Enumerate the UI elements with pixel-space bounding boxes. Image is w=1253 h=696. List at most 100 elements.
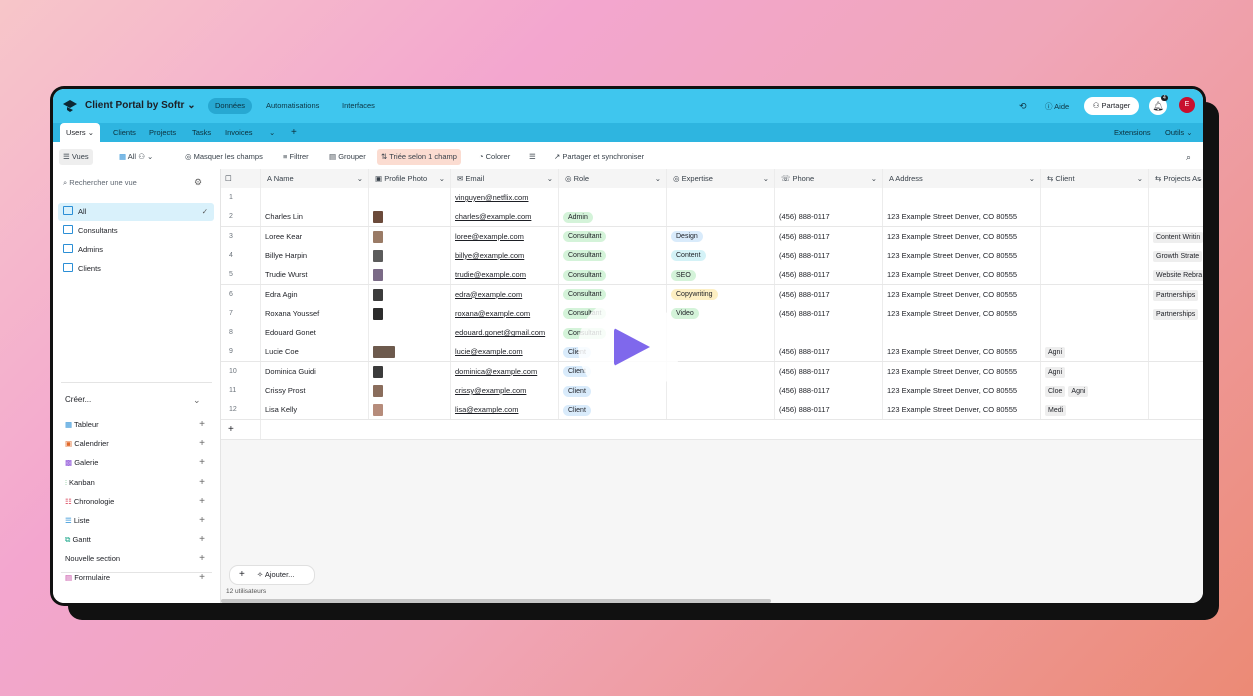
expertise-cell[interactable] [667, 207, 775, 227]
table-row[interactable]: 4 Billye Harpin billye@example.com Consulta… [221, 245, 1203, 266]
create-item-tableur[interactable]: ▦ Tableur + [65, 419, 205, 430]
email-link[interactable]: edouard.gonet@gmail.com [455, 328, 545, 337]
expertise-cell[interactable] [667, 323, 775, 343]
phone-cell[interactable]: (456) 888-0117 [775, 265, 883, 285]
phone-cell[interactable]: (456) 888-0117 [775, 284, 883, 304]
email-link[interactable]: crissy@example.com [455, 386, 526, 395]
phone-cell[interactable]: (456) 888-0117 [775, 303, 883, 323]
history-icon[interactable]: ⟲ [1019, 101, 1027, 112]
name-cell[interactable]: Lisa Kelly [261, 400, 369, 420]
email-link[interactable]: loree@example.com [455, 232, 524, 241]
email-cell[interactable]: edra@example.com [451, 284, 559, 304]
address-cell[interactable] [883, 188, 1041, 207]
name-cell[interactable]: Edra Agin [261, 284, 369, 304]
photo-cell[interactable] [369, 188, 451, 207]
address-cell[interactable]: 123 Example Street Denver, CO 80555 [883, 226, 1041, 246]
projects-cell[interactable] [1149, 207, 1203, 226]
photo-cell[interactable] [369, 303, 451, 323]
phone-cell[interactable]: (456) 888-0117 [775, 245, 883, 265]
email-link[interactable]: lisa@example.com [455, 405, 518, 414]
address-cell[interactable]: 123 Example Street Denver, CO 80555 [883, 361, 1041, 381]
phone-cell[interactable]: (456) 888-0117 [775, 400, 883, 420]
search-icon[interactable]: ⌕ [1182, 149, 1195, 165]
name-cell[interactable]: Loree Kear [261, 226, 369, 246]
name-cell[interactable]: Edouard Gonet [261, 323, 369, 343]
new-section-button[interactable]: Nouvelle section + [65, 553, 205, 564]
email-cell[interactable]: loree@example.com [451, 226, 559, 246]
client-cell[interactable] [1041, 284, 1149, 304]
name-cell[interactable]: Dominica Guidi [261, 361, 369, 381]
projects-cell[interactable]: Partnerships [1149, 304, 1203, 323]
photo-cell[interactable] [369, 323, 451, 343]
tab-projects[interactable]: Projects [143, 123, 182, 142]
tab-invoices[interactable]: Invoices [219, 123, 259, 142]
expertise-cell[interactable]: Copywriting [667, 284, 775, 304]
phone-cell[interactable]: (456) 888-0117 [775, 207, 883, 227]
create-section-header[interactable]: Créer... ⌄ [65, 395, 201, 405]
color-button[interactable]: ◔ Colorer [475, 149, 514, 165]
gear-icon[interactable]: ⚙ [194, 177, 202, 188]
table-row[interactable]: 8Edouard Gonetedouard.gonet@gmail.comCon… [221, 323, 1203, 344]
nav-automatisations[interactable]: Automatisations [259, 98, 326, 114]
email-cell[interactable]: lisa@example.com [451, 400, 559, 420]
email-cell[interactable]: charles@example.com [451, 207, 559, 227]
phone-cell[interactable] [775, 323, 883, 343]
create-item-chronologie[interactable]: ☷ Chronologie + [65, 496, 205, 507]
expertise-cell[interactable] [667, 381, 775, 400]
email-link[interactable]: dominica@example.com [455, 367, 537, 376]
projects-cell[interactable]: Website Rebra [1149, 265, 1203, 284]
column-header[interactable]: ⇆ Client ⌄ [1041, 169, 1149, 188]
help-button[interactable]: ⓘ Aide [1045, 101, 1069, 112]
sidebar-item-clients[interactable]: Clients [58, 260, 214, 278]
email-link[interactable]: roxana@example.com [455, 309, 530, 318]
client-cell[interactable] [1041, 226, 1149, 246]
client-cell[interactable] [1041, 207, 1149, 227]
sort-button[interactable]: ⇅ Triée selon 1 champ [377, 149, 461, 165]
email-cell[interactable]: dominica@example.com [451, 361, 559, 381]
create-item-kanban[interactable]: ⫶ Kanban + [65, 477, 205, 488]
table-row[interactable]: 6 Edra Agin edra@example.com Consultant Copy… [221, 284, 1203, 305]
column-header[interactable]: ◎ Expertise ⌄ [667, 169, 775, 188]
name-cell[interactable]: Roxana Youssef [261, 303, 369, 323]
role-cell[interactable]: Consultant [559, 265, 667, 285]
projects-cell[interactable] [1149, 400, 1203, 419]
address-cell[interactable]: 123 Example Street Denver, CO 80555 [883, 284, 1041, 304]
tab-clients[interactable]: Clients [107, 123, 142, 142]
expertise-cell[interactable]: Design [667, 226, 775, 246]
select-all-checkbox[interactable]: ☐ [221, 169, 261, 188]
sidebar-item-admins[interactable]: Admins [58, 241, 214, 259]
projects-cell[interactable]: Content Writin [1149, 227, 1203, 246]
photo-cell[interactable] [369, 207, 451, 227]
role-cell[interactable]: Client [559, 400, 667, 420]
address-cell[interactable]: 123 Example Street Denver, CO 80555 [883, 342, 1041, 362]
sidebar-item-consultants[interactable]: Consultants [58, 222, 214, 240]
column-header[interactable]: ☏ Phone ⌄ [775, 169, 883, 188]
table-row[interactable]: 7 Roxana Youssef roxana@example.com Consult… [221, 303, 1203, 324]
phone-cell[interactable] [775, 188, 883, 207]
email-cell[interactable]: lucie@example.com [451, 342, 559, 362]
address-cell[interactable] [883, 323, 1041, 343]
address-cell[interactable]: 123 Example Street Denver, CO 80555 [883, 207, 1041, 227]
table-row[interactable]: 10 Dominica Guidi dominica@example.com Clie… [221, 361, 1203, 382]
email-link[interactable]: edra@example.com [455, 290, 522, 299]
photo-cell[interactable] [369, 265, 451, 285]
tab-users[interactable]: Users ⌄ [60, 123, 100, 142]
name-cell[interactable] [261, 188, 369, 207]
photo-cell[interactable] [369, 400, 451, 420]
projects-cell[interactable] [1149, 362, 1203, 381]
email-link[interactable]: billye@example.com [455, 251, 524, 260]
view-all-button[interactable]: ▦ All ⚇ ⌄ [115, 149, 157, 165]
name-cell[interactable]: Crissy Prost [261, 381, 369, 400]
projects-cell[interactable] [1149, 188, 1203, 207]
app-title[interactable]: Client Portal by Softr ⌄ [85, 100, 196, 111]
photo-cell[interactable] [369, 342, 451, 362]
client-cell[interactable] [1041, 265, 1149, 285]
phone-cell[interactable]: (456) 888-0117 [775, 361, 883, 381]
projects-cell[interactable] [1149, 381, 1203, 400]
create-item-galerie[interactable]: ▩ Galerie + [65, 457, 205, 468]
address-cell[interactable]: 123 Example Street Denver, CO 80555 [883, 245, 1041, 265]
email-link[interactable]: vinguyen@netflix.com [455, 193, 528, 202]
row-height-icon[interactable]: ☰ [525, 149, 540, 165]
photo-cell[interactable] [369, 361, 451, 381]
filter-button[interactable]: ≡ Filtrer [279, 149, 313, 165]
